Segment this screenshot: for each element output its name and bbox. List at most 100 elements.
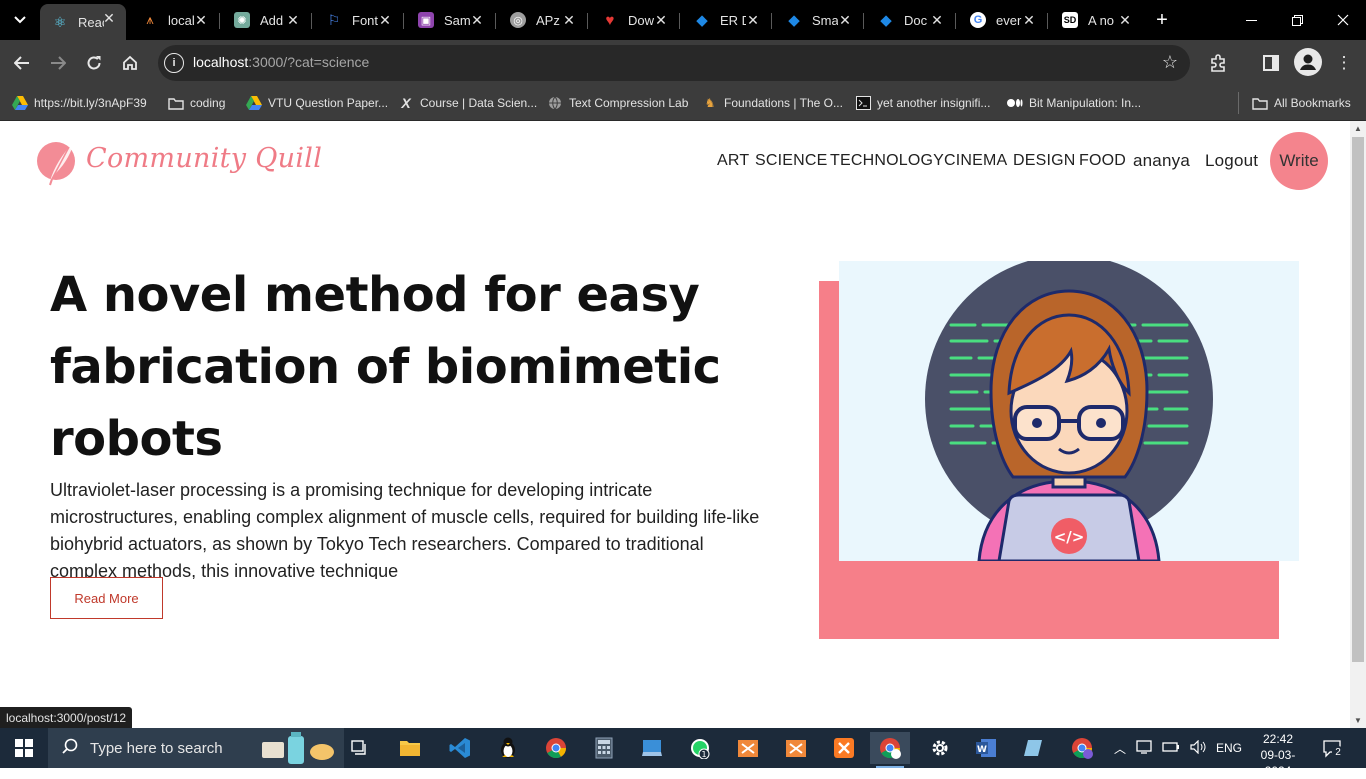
close-icon[interactable]: ✕ <box>376 11 394 29</box>
close-icon[interactable]: ✕ <box>652 11 670 29</box>
back-button[interactable] <box>8 49 36 77</box>
taskbar-search[interactable]: Type here to search <box>48 728 344 768</box>
xampp-icon[interactable] <box>776 732 816 764</box>
url-text[interactable]: localhost:3000/?cat=science <box>193 54 369 70</box>
close-icon[interactable]: ✕ <box>100 9 118 27</box>
tab-separator <box>403 13 404 29</box>
battery-icon[interactable] <box>1162 741 1180 756</box>
close-icon[interactable]: ✕ <box>836 11 854 29</box>
close-window-button[interactable] <box>1320 0 1366 40</box>
file-explorer-icon[interactable] <box>390 732 430 764</box>
task-view-icon[interactable] <box>340 732 380 764</box>
tab-4[interactable]: ▣ Sam ✕ <box>406 6 494 34</box>
network-icon[interactable] <box>1136 739 1152 757</box>
bookmark-label: yet another insignifi... <box>877 96 991 110</box>
tab-separator <box>587 13 588 29</box>
tab-6[interactable]: ♥ Dow ✕ <box>590 6 678 34</box>
tab-7[interactable]: ◆ ER D ✕ <box>682 6 770 34</box>
nav-science[interactable]: SCIENCE <box>755 152 828 170</box>
site-logo-text[interactable]: Community Quill <box>86 143 322 174</box>
whatsapp-icon[interactable]: 1 <box>680 732 720 764</box>
close-icon[interactable]: ✕ <box>284 11 302 29</box>
calculator-icon[interactable] <box>584 732 624 764</box>
settings-gear-icon[interactable] <box>920 732 960 764</box>
close-icon[interactable]: ✕ <box>744 11 762 29</box>
volume-icon[interactable] <box>1190 739 1206 757</box>
diagram-icon: ◆ <box>788 12 800 29</box>
nav-technology[interactable]: TECHNOLOGY <box>830 152 944 170</box>
tab-3[interactable]: ⚐ Font ✕ <box>314 6 402 34</box>
tab-1[interactable]: ⩚ localhost ✕ <box>130 6 218 34</box>
language-indicator[interactable]: ENG <box>1216 741 1242 755</box>
chrome-icon[interactable] <box>536 732 576 764</box>
post-title[interactable]: A novel method for easy fabrication of b… <box>50 259 770 475</box>
kebab-menu-icon[interactable]: ⋮ <box>1332 51 1356 75</box>
remote-desktop-icon[interactable] <box>632 732 672 764</box>
tab-10[interactable]: G ever ✕ <box>958 6 1046 34</box>
profile-avatar[interactable] <box>1294 48 1322 76</box>
xampp-alt-icon[interactable] <box>824 732 864 764</box>
post-image[interactable]: </> <box>839 261 1299 561</box>
tab-2[interactable]: ✺ Add ✕ <box>222 6 310 34</box>
tab-title: ER D <box>720 12 746 28</box>
home-button[interactable] <box>116 49 144 77</box>
search-placeholder: Type here to search <box>90 739 223 757</box>
quill-logo-icon[interactable] <box>36 137 80 187</box>
bookmark-item[interactable]: VTU Question Paper... <box>246 92 388 114</box>
linux-penguin-icon[interactable] <box>488 732 528 764</box>
chrome-user-icon[interactable] <box>1062 732 1102 764</box>
restore-button[interactable] <box>1274 0 1320 40</box>
scrollbar-thumb[interactable] <box>1352 137 1364 662</box>
close-icon[interactable]: ✕ <box>1020 11 1038 29</box>
reload-button[interactable] <box>80 49 108 77</box>
write-button[interactable]: Write <box>1270 132 1328 190</box>
read-more-button[interactable]: Read More <box>50 577 163 619</box>
side-panel-icon[interactable] <box>1259 51 1283 75</box>
bookmark-item[interactable]: https://bit.ly/3nApF39 <box>12 92 147 114</box>
tab-9[interactable]: ◆ Doc ✕ <box>866 6 954 34</box>
all-bookmarks[interactable]: All Bookmarks <box>1252 92 1351 114</box>
site-info-icon[interactable]: i <box>164 53 184 73</box>
extensions-icon[interactable] <box>1206 51 1230 75</box>
close-icon[interactable]: ✕ <box>928 11 946 29</box>
scroll-down-icon[interactable]: ▼ <box>1354 716 1362 725</box>
bookmark-item[interactable]: yet another insignifi... <box>855 92 990 114</box>
xampp-control-icon[interactable] <box>728 732 768 764</box>
bookmark-item[interactable]: X Course | Data Scien... <box>398 92 537 114</box>
start-button[interactable] <box>0 728 48 768</box>
vscode-icon[interactable] <box>440 732 480 764</box>
nav-food[interactable]: FOOD <box>1079 152 1126 170</box>
bookmark-label: VTU Question Paper... <box>268 96 389 110</box>
tab-5[interactable]: ◎ APz ✕ <box>498 6 586 34</box>
bookmark-folder[interactable]: coding <box>168 92 225 114</box>
nav-design[interactable]: DESIGN <box>1013 152 1076 170</box>
bookmark-star-icon[interactable]: ☆ <box>1162 52 1178 73</box>
tab-11[interactable]: SD A no ✕ <box>1050 6 1142 34</box>
scroll-up-icon[interactable]: ▲ <box>1354 124 1362 133</box>
close-icon[interactable]: ✕ <box>1116 11 1134 29</box>
clock[interactable]: 22:42 09-03-2024 <box>1252 731 1304 779</box>
close-icon[interactable]: ✕ <box>468 11 486 29</box>
notes-icon[interactable] <box>1014 732 1054 764</box>
bookmark-item[interactable]: ♞ Foundations | The O... <box>702 92 843 114</box>
forward-button[interactable] <box>44 49 72 77</box>
chrome-profile-icon[interactable] <box>870 732 910 768</box>
tab-search-button[interactable] <box>9 9 31 31</box>
page-scrollbar[interactable]: ▲ ▼ <box>1350 121 1366 728</box>
nav-art[interactable]: ART <box>717 152 749 170</box>
bookmark-item[interactable]: Bit Manipulation: In... <box>1007 92 1141 114</box>
tab-8[interactable]: ◆ Sma ✕ <box>774 6 862 34</box>
nav-cinema[interactable]: CINEMA <box>944 152 1007 170</box>
bookmark-item[interactable]: Text Compression Lab <box>547 92 688 114</box>
tab-0[interactable]: ⚛ React App ✕ <box>40 4 126 40</box>
close-icon[interactable]: ✕ <box>560 11 578 29</box>
chevron-up-icon[interactable]: ︿ <box>1114 740 1126 757</box>
close-icon[interactable]: ✕ <box>192 11 210 29</box>
nav-logout[interactable]: Logout <box>1205 151 1258 171</box>
word-icon[interactable]: W <box>966 732 1006 764</box>
address-bar[interactable]: i localhost:3000/?cat=science ☆ <box>158 45 1190 81</box>
minimize-button[interactable] <box>1228 0 1274 40</box>
bookmark-label: coding <box>190 96 226 110</box>
new-tab-button[interactable]: + <box>1151 9 1173 31</box>
notification-center-button[interactable]: 2 <box>1320 736 1344 760</box>
